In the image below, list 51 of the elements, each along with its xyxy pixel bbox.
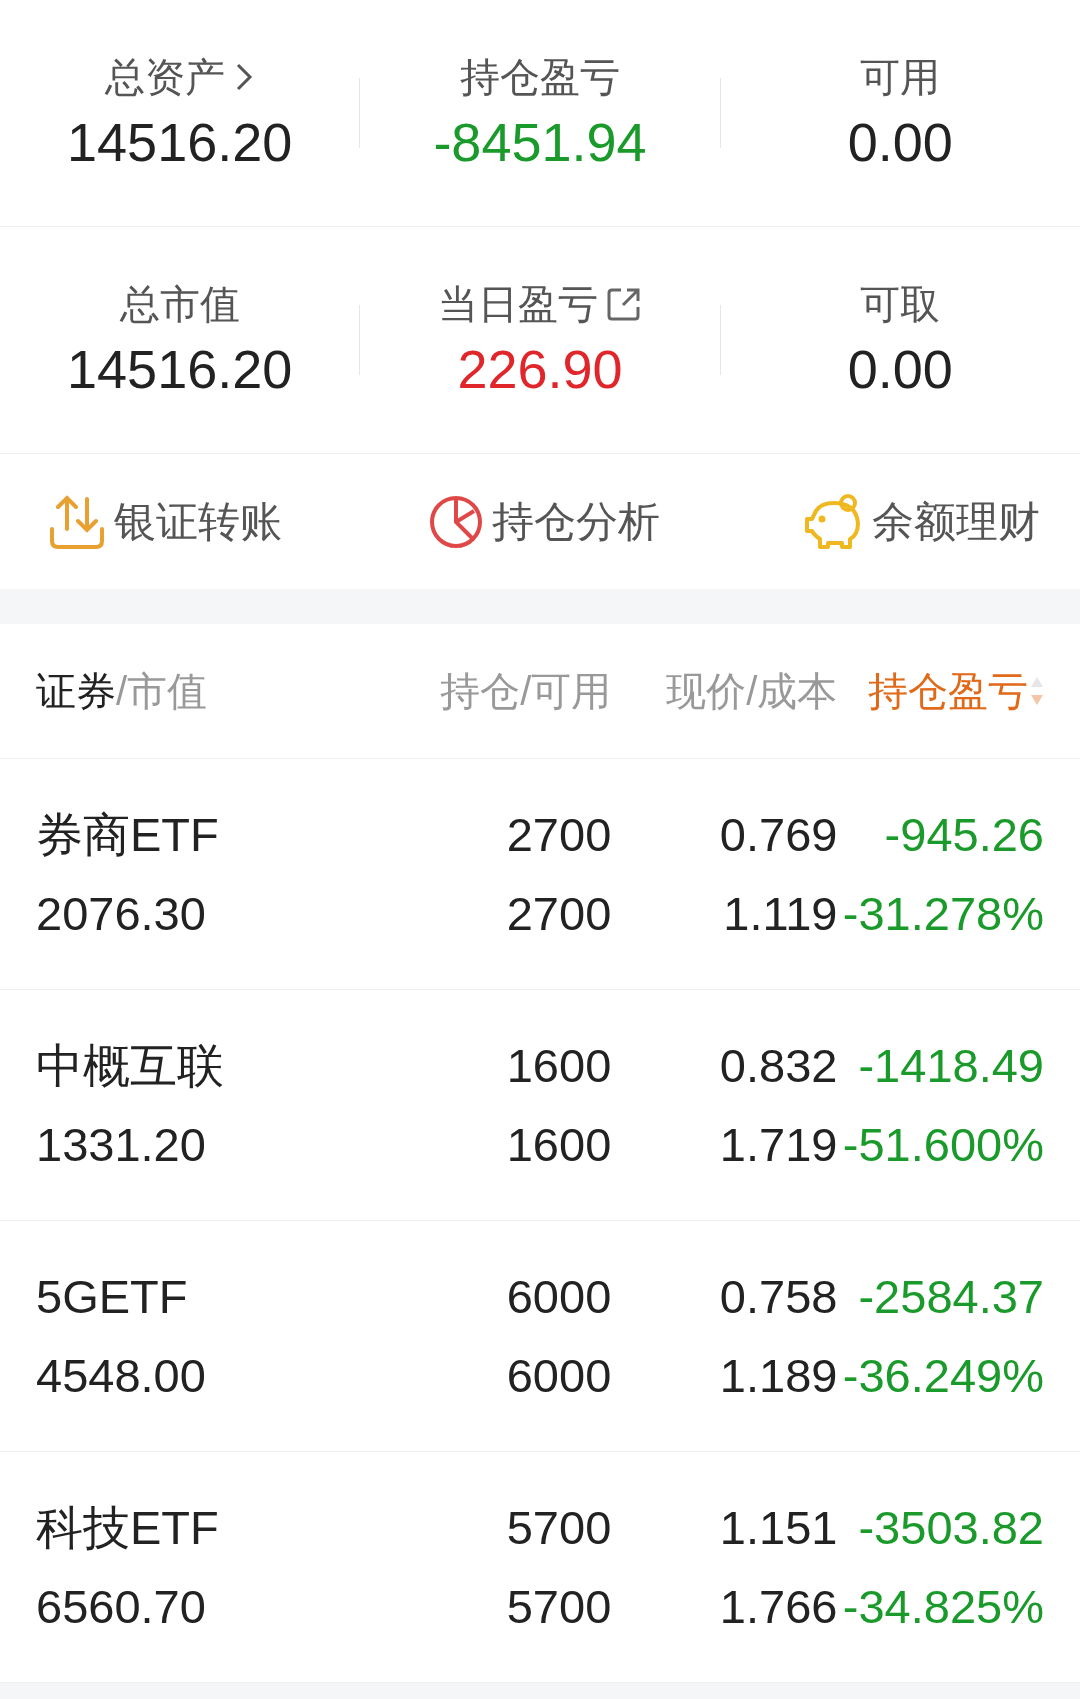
external-link-icon <box>606 286 642 322</box>
profit-loss-cell: -1418.49 <box>858 1042 1044 1089</box>
quantity-cell: 6000 <box>506 1352 612 1399</box>
security-cell: 中概互联 <box>36 1042 224 1089</box>
quantity-cell: 2700 <box>506 811 612 858</box>
security-cell: 4548.00 <box>36 1352 206 1399</box>
quantity-cell: 5700 <box>506 1504 612 1551</box>
security-cell: 5GETF <box>36 1273 188 1320</box>
summary-value: 0.00 <box>847 115 953 169</box>
column-header[interactable]: 证券 <box>36 671 116 711</box>
action-button[interactable]: 持仓分析 <box>378 493 710 550</box>
price-cell: 1.766 <box>719 1583 838 1630</box>
security-cell: 1331.20 <box>36 1121 206 1168</box>
profit-loss-cell: -945.26 <box>884 811 1044 858</box>
quantity-cell: 2700 <box>506 890 612 937</box>
summary-label: 当日盈亏 <box>438 284 598 324</box>
quantity-cell: 5700 <box>506 1583 612 1630</box>
security-cell: 科技ETF <box>36 1504 219 1551</box>
security-cell: 6560.70 <box>36 1583 206 1630</box>
summary-value: 14516.20 <box>67 342 293 396</box>
profit-loss-cell: -36.249% <box>842 1352 1044 1399</box>
profit-loss-cell: -51.600% <box>842 1121 1044 1168</box>
price-cell: 0.758 <box>719 1273 838 1320</box>
quantity-cell: 6000 <box>506 1273 612 1320</box>
price-cell: 1.119 <box>723 890 838 937</box>
summary-value: 14516.20 <box>67 115 293 169</box>
summary-label: 持仓盈亏 <box>460 57 620 97</box>
summary-value: 226.90 <box>457 342 623 396</box>
pie-chart-icon <box>428 493 484 550</box>
price-cell: 0.832 <box>719 1042 838 1089</box>
summary-label: 总市值 <box>119 284 240 324</box>
security-cell: 券商ETF <box>36 811 219 858</box>
column-subheader: /市值 <box>116 671 208 711</box>
summary-value: -8451.94 <box>433 115 647 169</box>
profit-loss-cell: -2584.37 <box>858 1273 1044 1320</box>
action-button[interactable]: 余额理财 <box>709 492 1050 551</box>
summary-value: 0.00 <box>847 342 953 396</box>
summary-label: 总资产 <box>104 57 225 97</box>
summary-label: 可取 <box>860 284 941 324</box>
quantity-cell: 1600 <box>506 1042 612 1089</box>
price-cell: 1.719 <box>719 1121 838 1168</box>
quantity-cell: 1600 <box>506 1121 612 1168</box>
security-cell: 2076.30 <box>36 890 206 937</box>
price-cell: 0.769 <box>719 811 838 858</box>
action-button[interactable]: 银证转账 <box>30 492 379 551</box>
profit-loss-cell: -34.825% <box>842 1583 1044 1630</box>
price-cell: 1.189 <box>719 1352 838 1399</box>
summary-label: 可用 <box>860 57 941 97</box>
profit-loss-cell: -3503.82 <box>858 1504 1044 1551</box>
price-cell: 1.151 <box>719 1504 838 1551</box>
profit-loss-cell: -31.278% <box>842 890 1044 937</box>
